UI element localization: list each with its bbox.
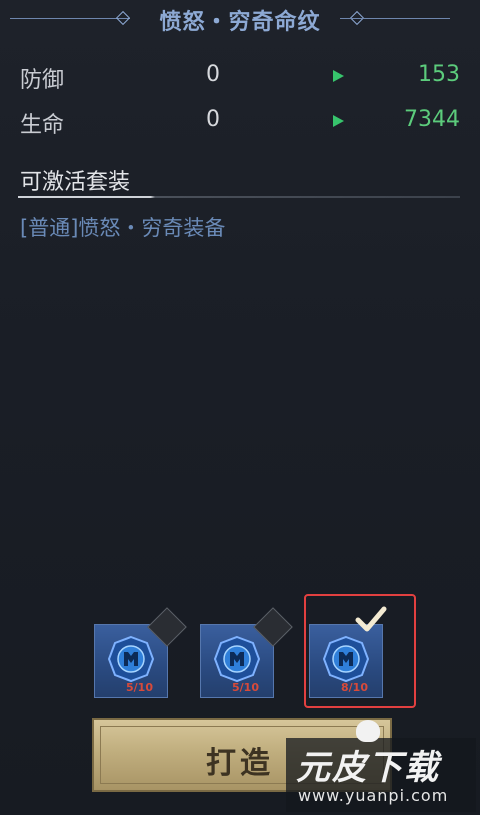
stat-next-value: 153 (418, 62, 460, 87)
material-slot-2[interactable]: 5/10 (200, 607, 293, 698)
checkmark-icon[interactable] (354, 605, 388, 635)
set-section-heading: 可激活套装 (20, 170, 131, 195)
stat-row-health: 生命 0 7344 (0, 103, 480, 139)
forge-button-label: 打造 (206, 746, 274, 781)
stat-row-defense: 防御 0 153 (0, 58, 480, 94)
blue-rune-gem-icon (322, 635, 370, 683)
stat-label: 防御 (20, 68, 65, 93)
blue-rune-gem-icon (107, 635, 155, 683)
slot-count: 8/10 (341, 681, 368, 694)
blue-rune-gem-icon (213, 635, 261, 683)
panel-header: 愤怒・穷奇命纹 (0, 0, 480, 40)
stat-label: 生命 (20, 113, 65, 138)
stat-current-value: 0 (206, 62, 220, 87)
set-section-divider (18, 196, 460, 198)
header-ornament-line-right (340, 18, 450, 19)
watermark: 元皮下载 www.yuanpi.com (286, 720, 476, 812)
watermark-url: www.yuanpi.com (298, 786, 449, 805)
right-triangle-arrow-icon (333, 70, 344, 82)
stat-next-value: 7344 (404, 107, 460, 132)
mascot-icon (356, 720, 380, 742)
material-slot-1[interactable]: 5/10 (94, 607, 187, 698)
slot-count: 5/10 (126, 681, 153, 694)
stat-current-value: 0 (206, 107, 220, 132)
set-item-link[interactable]: [普通]愤怒・穷奇装备 (20, 212, 225, 242)
watermark-brand: 元皮下载 (296, 748, 440, 788)
right-triangle-arrow-icon (333, 115, 344, 127)
page-title: 愤怒・穷奇命纹 (159, 9, 321, 35)
material-slot-3[interactable]: 8/10 (309, 606, 387, 698)
slot-count: 5/10 (232, 681, 259, 694)
